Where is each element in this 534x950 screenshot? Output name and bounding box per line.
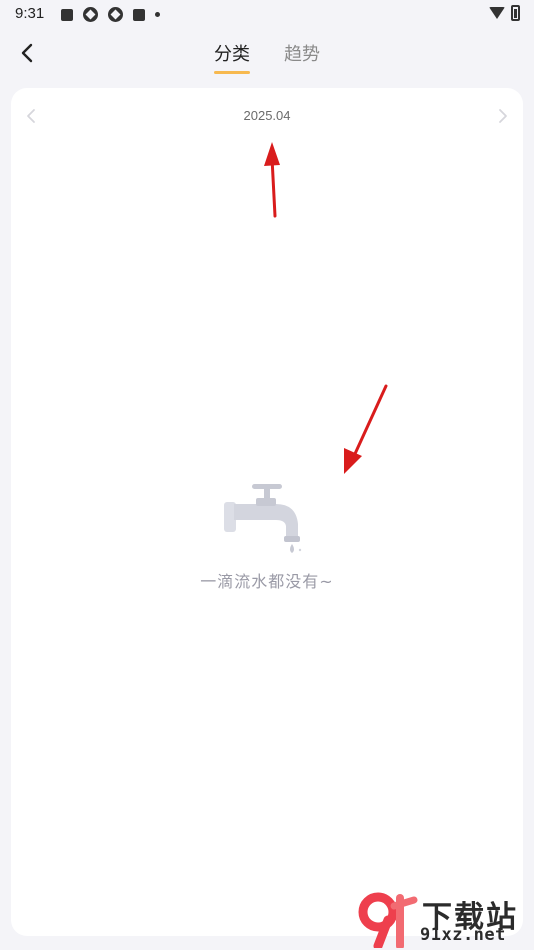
date-navigator: 2025.04 (11, 88, 523, 144)
content-card: 2025.04 一滴流水都没有~ (11, 88, 523, 936)
status-icons-right (489, 5, 520, 21)
status-bar: 9:31 (0, 0, 534, 28)
status-time: 9:31 (15, 5, 45, 22)
notification-square-icon (61, 8, 73, 21)
watermark-logo (358, 892, 418, 948)
notification-square-icon (133, 8, 145, 21)
empty-state: 一滴流水都没有~ (11, 480, 523, 592)
status-icons-left (61, 7, 160, 22)
tab-trend-label: 趋势 (284, 44, 320, 65)
tab-category-label: 分类 (214, 44, 250, 65)
app-round-icon (83, 7, 98, 22)
watermark-url: 91xz.net (420, 925, 506, 945)
app-round-icon (108, 7, 123, 22)
more-dot-icon (155, 12, 160, 17)
header: 分类 趋势 (0, 30, 534, 82)
chevron-right-icon (499, 109, 507, 123)
tab-bar: 分类 趋势 (0, 40, 534, 76)
tab-active-indicator (214, 71, 250, 74)
faucet-icon (224, 484, 302, 553)
wifi-icon (489, 7, 505, 19)
battery-icon (511, 5, 520, 21)
tab-trend[interactable]: 趋势 (282, 40, 322, 76)
tab-category[interactable]: 分类 (212, 40, 252, 76)
site-watermark: 下载站 91xz.net (358, 890, 530, 948)
current-month-label[interactable]: 2025.04 (11, 108, 523, 123)
next-month-button[interactable] (491, 104, 515, 128)
empty-message: 一滴流水都没有~ (200, 572, 334, 591)
